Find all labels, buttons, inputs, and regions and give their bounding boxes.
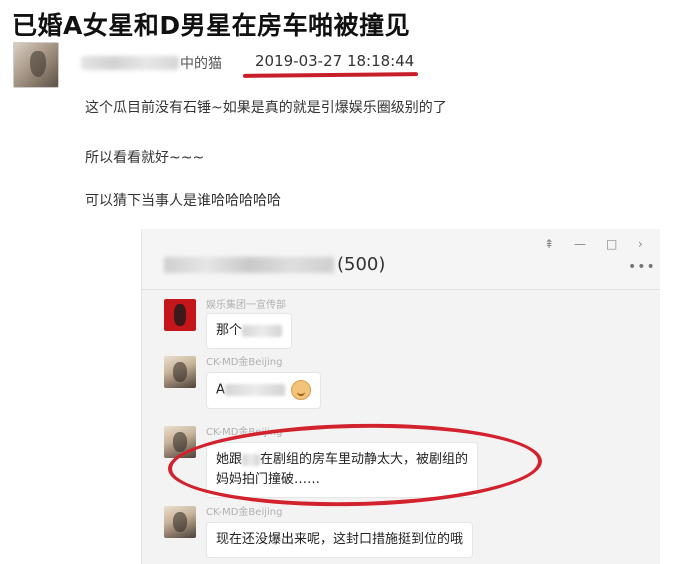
message-bubble: 那个 xyxy=(206,313,293,349)
post-text-line-1: 这个瓜目前没有石锤~如果是真的就是引爆娱乐圈级别的了 xyxy=(85,100,447,116)
blurred-group-name xyxy=(164,257,334,273)
maximize-icon[interactable]: □ xyxy=(606,237,617,251)
message-bubble: 现在还没爆出来呢，这封口措施挺到位的哦 xyxy=(206,522,474,558)
more-icon[interactable]: ••• xyxy=(628,259,656,275)
blurred-username xyxy=(81,56,179,70)
chat-window-screenshot: (500) ⇞ — □ › ••• 娱乐集团一宣传部 那个 CK-MD金Beij… xyxy=(141,229,660,564)
sender-avatar[interactable] xyxy=(164,356,196,388)
message-text: 那个 xyxy=(216,323,243,338)
headline: 已婚A女星和D男星在房车啪被撞见 xyxy=(12,11,411,40)
sender-name: 娱乐集团一宣传部 xyxy=(206,300,286,311)
message-text: 现在还没爆出来呢，这封口措施挺到位的哦 xyxy=(216,532,464,547)
pin-icon[interactable]: ⇞ xyxy=(544,237,554,251)
sender-name: CK-MD金Beijing xyxy=(206,357,283,368)
sender-avatar[interactable] xyxy=(164,506,196,538)
close-icon[interactable]: › xyxy=(638,237,643,251)
chat-header: (500) ⇞ — □ › ••• xyxy=(142,229,660,290)
blurred-text xyxy=(242,324,283,337)
post-timestamp: 2019-03-27 18:18:44 xyxy=(255,52,415,70)
poster-username[interactable]: 中的猫 xyxy=(180,53,222,73)
message-bubble: A xyxy=(206,372,321,409)
blurred-text xyxy=(224,384,285,396)
minimize-icon[interactable]: — xyxy=(574,237,586,251)
smile-emoji-icon xyxy=(290,380,311,400)
sender-avatar[interactable] xyxy=(164,299,196,331)
post-text-line-2: 所以看看就好~~~ xyxy=(85,150,205,166)
group-member-count: (500) xyxy=(337,254,386,275)
post-text-line-3: 可以猜下当事人是谁哈哈哈哈哈 xyxy=(85,193,281,209)
poster-avatar[interactable] xyxy=(13,42,59,88)
sender-name: CK-MD金Beijing xyxy=(206,507,283,518)
timestamp-red-underline xyxy=(242,72,419,78)
message-text: A xyxy=(216,382,225,398)
